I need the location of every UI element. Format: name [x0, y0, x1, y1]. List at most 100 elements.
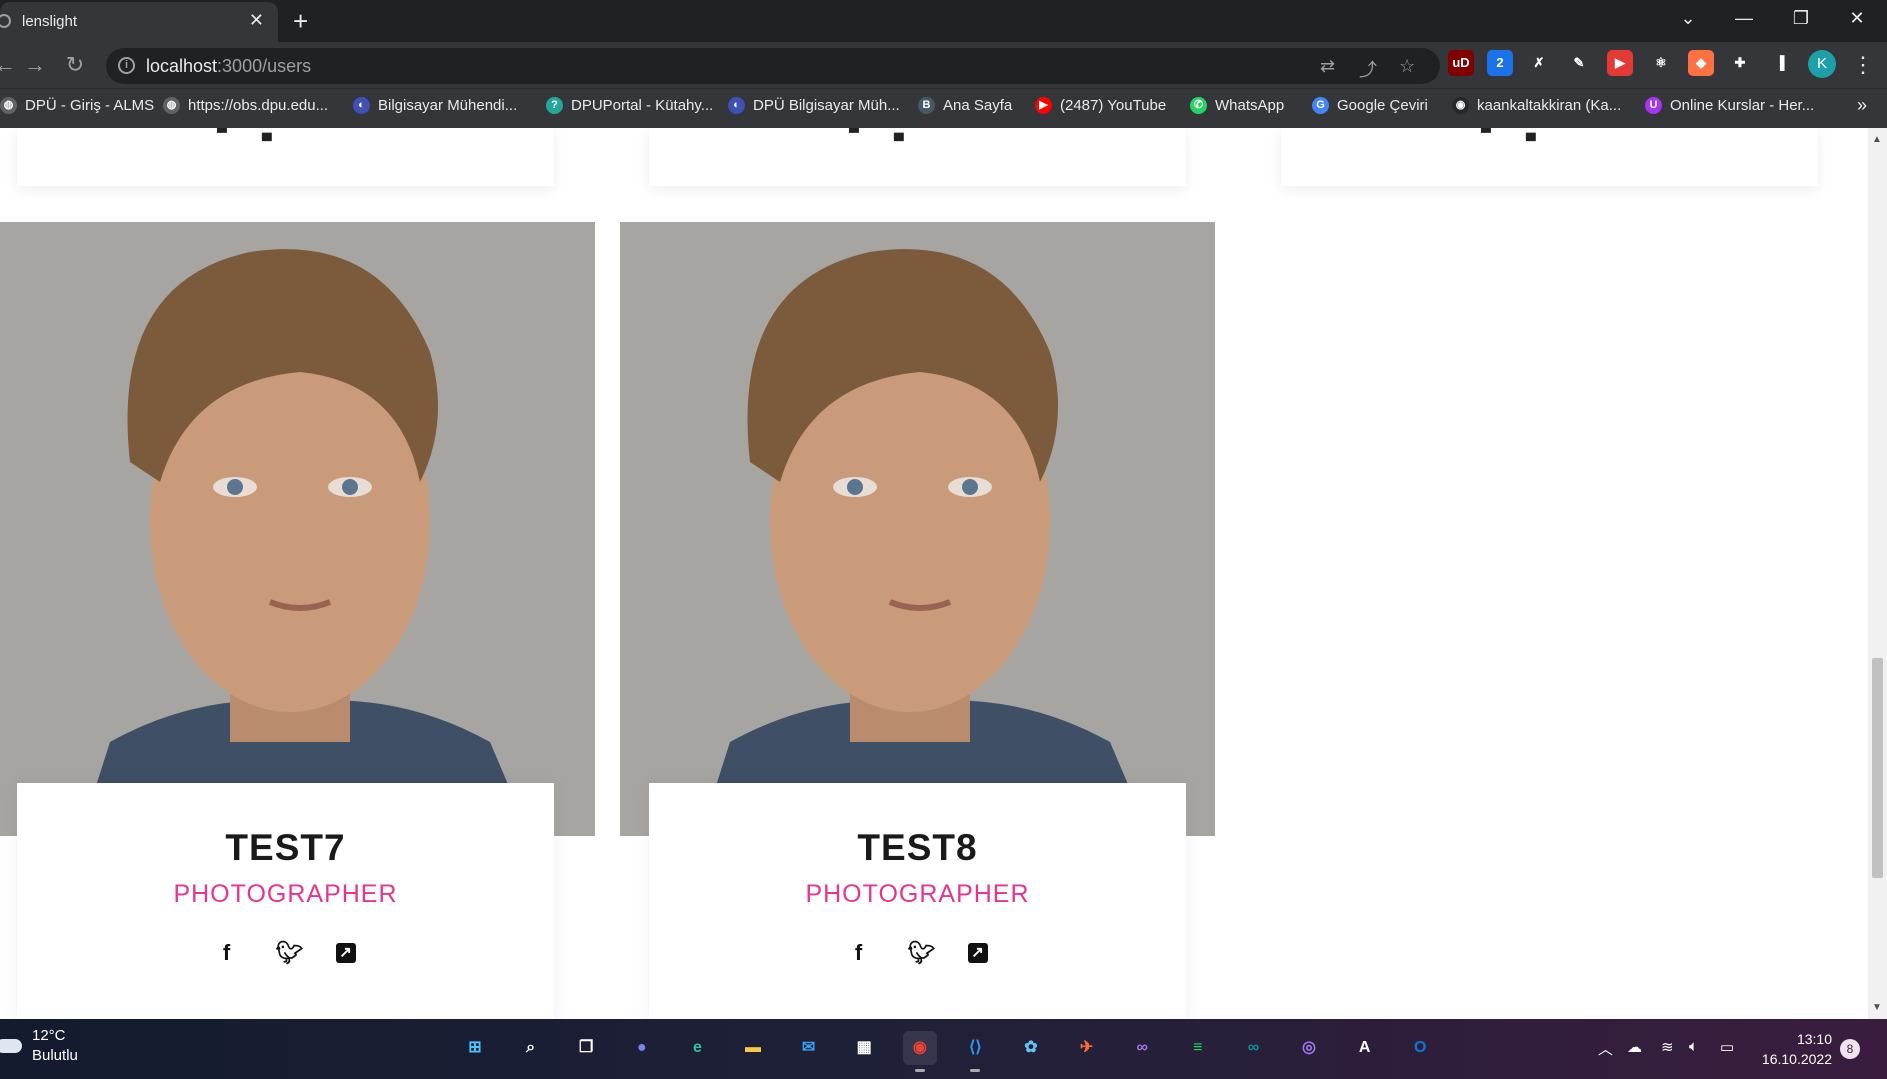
bookmark-item[interactable]: ◐ DPÜ Bilgisayar Müh... [728, 97, 900, 114]
windows-taskbar: 12°C Bulutlu ⊞ ⌕ ❐ ● e ▬ ✉ ▦ ◉ ⟨⟩ ✿ ✈ ∞ ≡ ∞ ◎ A O ︿ ☁ ≋ 🔈… [0, 1019, 1887, 1079]
user-photo [0, 222, 595, 836]
bookmark-item[interactable]: ▶ (2487) YouTube [1035, 97, 1166, 114]
globe-icon: ◍ [163, 97, 180, 114]
cloud-offline-icon[interactable]: ☁ [1627, 1038, 1642, 1056]
dict-icon[interactable]: 2 [1487, 50, 1513, 76]
url-text: localhost:3000/users [146, 56, 312, 76]
chrome-icon[interactable]: ◉ [902, 1031, 937, 1072]
notification-badge[interactable]: 8 [1840, 1039, 1860, 1059]
bookmark-label: kaankaltakkiran (Ka... [1477, 97, 1622, 114]
puzzle-icon[interactable]: ✚ [1727, 50, 1753, 76]
clock-date: 16.10.2022 [1761, 1051, 1832, 1067]
bookmark-star-icon[interactable]: ☆ [1399, 56, 1415, 77]
external-link-icon[interactable]: ↗ [335, 943, 356, 963]
bookmark-label: Google Çeviri [1337, 97, 1428, 114]
task-view-icon[interactable]: ❐ [569, 1031, 603, 1065]
visual-studio-icon[interactable]: ∞ [1125, 1031, 1159, 1065]
facebook-icon[interactable]: f [216, 941, 238, 965]
spotify-icon[interactable]: ≡ [1181, 1031, 1215, 1065]
social-links: f 🐦︎ ↗ [17, 941, 554, 965]
share-icon[interactable]: ⤴ [1359, 56, 1377, 82]
social-icons-partial: ▀ ▄ [217, 128, 272, 140]
chevron-up-icon[interactable]: ︿ [1598, 1038, 1613, 1059]
volume-icon[interactable]: 🔈︎ [1689, 1038, 1698, 1055]
scroll-up-icon[interactable]: ▲ [1872, 134, 1882, 145]
close-tab-icon[interactable]: ✕ [249, 10, 264, 31]
translate-icon[interactable]: ⇄ [1320, 56, 1335, 77]
profile-avatar[interactable]: K [1808, 50, 1836, 78]
site-icon: ◐ [728, 97, 745, 114]
file-explorer-icon[interactable]: ▬ [736, 1031, 770, 1065]
minimize-button[interactable]: — [1732, 8, 1756, 29]
weather-temp: 12°C [32, 1027, 66, 1044]
postman-icon[interactable]: ✈ [1070, 1031, 1104, 1065]
tools-icon[interactable]: ✗ [1526, 50, 1552, 76]
store-icon[interactable]: ▦ [847, 1031, 881, 1065]
github-desktop-icon[interactable]: ◎ [1292, 1031, 1326, 1065]
social-icons-partial: ▀ ▄ [849, 128, 904, 140]
user-name: TEST8 [857, 827, 978, 868]
system-clock[interactable]: 13:10 16.10.2022 [1760, 1029, 1832, 1069]
app-icon[interactable]: A [1348, 1031, 1382, 1065]
bookmark-item[interactable]: U Online Kurslar - Her... [1645, 97, 1814, 114]
clock-time: 13:10 [1796, 1031, 1832, 1047]
bookmark-item[interactable]: G Google Çeviri [1312, 97, 1428, 114]
scroll-thumb[interactable] [1872, 658, 1883, 878]
page-scrollbar[interactable]: ▲ ▼ [1868, 128, 1887, 1019]
wifi-icon[interactable]: ≋ [1661, 1038, 1674, 1056]
search-icon[interactable]: ⌕ [514, 1031, 548, 1065]
orange-ext-icon[interactable]: ◆ [1688, 50, 1714, 76]
bookmark-item[interactable]: ◉ kaankaltakkiran (Ka... [1452, 97, 1621, 114]
new-tab-button[interactable]: + [293, 6, 308, 36]
translate-icon: G [1312, 97, 1329, 114]
globe-icon: ◍ [0, 97, 17, 114]
ublock-icon[interactable]: uD [1448, 50, 1474, 76]
running-indicator [914, 1069, 925, 1072]
site-info-icon[interactable]: i [118, 57, 135, 74]
reload-button[interactable]: ↻ [62, 52, 88, 78]
external-link-icon[interactable]: ↗ [967, 943, 988, 963]
facebook-icon[interactable]: f [848, 941, 870, 965]
scroll-down-icon[interactable]: ▼ [1872, 1002, 1882, 1013]
youtube-ext-icon[interactable]: ▶ [1607, 50, 1633, 76]
edge-icon[interactable]: e [680, 1031, 714, 1065]
browser-menu-icon[interactable]: ⋮ [1850, 52, 1876, 78]
teams-chat-icon[interactable]: ● [625, 1031, 659, 1065]
github-icon: ◉ [1452, 97, 1469, 114]
bookmark-item[interactable]: ✆ WhatsApp [1190, 97, 1284, 114]
pencil-icon[interactable]: ✎ [1566, 50, 1592, 76]
bookmark-label: https://obs.dpu.edu... [188, 97, 329, 114]
windows-start-icon[interactable]: ⊞ [458, 1031, 492, 1065]
bookmark-label: Online Kurslar - Her... [1670, 97, 1815, 114]
bookmark-item[interactable]: ◐ Bilgisayar Mühendi... [353, 97, 517, 114]
social-icons-partial: ▀ ▄ [1481, 128, 1536, 140]
address-bar[interactable]: i localhost:3000/users ⇄ ⤴ ☆ [106, 48, 1440, 84]
bookmark-item[interactable]: ? DPUPortal - Kütahy... [546, 97, 713, 114]
back-button[interactable]: ← [0, 52, 18, 78]
more-bookmarks-icon[interactable]: » [1857, 95, 1867, 116]
twitter-icon[interactable]: 🐦︎ [908, 941, 936, 965]
bookmark-item[interactable]: ◍ DPÜ - Giriş - ALMS [0, 97, 154, 114]
tab-search-icon[interactable]: ⌄ [1676, 8, 1700, 29]
arduino-icon[interactable]: ∞ [1236, 1031, 1270, 1065]
user-card-partial: ▀ ▄ [649, 128, 1186, 186]
vscode-icon[interactable]: ⟨⟩ [958, 1031, 992, 1072]
sidepanel-icon[interactable]: ▐ [1767, 50, 1793, 76]
restore-button[interactable]: ❐ [1789, 8, 1813, 29]
react-icon[interactable]: ⚛ [1648, 50, 1674, 76]
whatsapp-icon: ✆ [1190, 97, 1207, 114]
running-indicator [970, 1069, 981, 1072]
outlook-icon[interactable]: O [1403, 1031, 1437, 1065]
twitter-icon[interactable]: 🐦︎ [276, 941, 304, 965]
paint-icon[interactable]: ✿ [1014, 1031, 1048, 1065]
bookmark-item[interactable]: B Ana Sayfa [918, 97, 1012, 114]
battery-icon[interactable]: ▭ [1720, 1038, 1734, 1056]
site-icon: ◐ [353, 97, 370, 114]
globe-icon [0, 14, 11, 28]
close-window-button[interactable]: ✕ [1845, 8, 1869, 29]
bookmark-item[interactable]: ◍ https://obs.dpu.edu... [163, 97, 328, 114]
bookmark-label: DPUPortal - Kütahy... [571, 97, 714, 114]
mail-icon[interactable]: ✉ [792, 1031, 826, 1065]
tab-lenslight[interactable]: lenslight ✕ [0, 2, 278, 42]
forward-button[interactable]: → [22, 52, 48, 78]
